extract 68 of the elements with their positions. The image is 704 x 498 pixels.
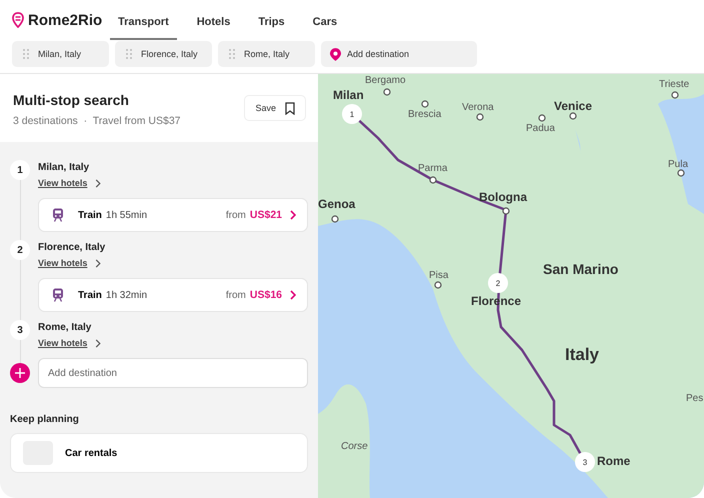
map-label: Italy xyxy=(565,346,600,363)
city-dot-icon xyxy=(476,113,484,121)
plus-icon xyxy=(15,368,25,378)
city-dot-icon xyxy=(671,91,679,99)
map-label: Verona xyxy=(462,103,494,113)
nav-tab[interactable]: Trips xyxy=(250,6,293,40)
map-label: Pula xyxy=(668,160,688,170)
add-destination-chip[interactable]: Add destination xyxy=(321,41,477,67)
stop-number: 3 xyxy=(10,320,30,340)
stop-chip[interactable]: Rome, Italy xyxy=(218,41,315,67)
map-label: Rome xyxy=(597,455,630,467)
city-dot-icon xyxy=(569,112,577,120)
stop-chip[interactable]: Milan, Italy xyxy=(12,41,109,67)
stop-chip[interactable]: Florence, Italy xyxy=(115,41,212,67)
city-dot-icon xyxy=(331,215,339,223)
nav-tab[interactable]: Cars xyxy=(304,6,346,40)
city-dot-icon xyxy=(502,207,510,215)
map-label: Trieste xyxy=(659,80,690,90)
city-dot-icon xyxy=(538,114,546,122)
train-icon xyxy=(52,208,64,222)
add-stop-button[interactable] xyxy=(10,363,30,383)
map-label: Pes xyxy=(686,394,704,404)
route-option-card[interactable]: Train 1h 32min from US$16 xyxy=(38,278,308,312)
city-dot-icon xyxy=(434,281,442,289)
map-label: Pisa xyxy=(429,271,448,281)
save-button[interactable]: Save xyxy=(244,95,306,121)
stop-number: 1 xyxy=(10,160,30,180)
city-dot-icon xyxy=(383,88,391,96)
chevron-icon xyxy=(95,338,102,348)
stop-name: Florence, Italy xyxy=(38,242,106,253)
planning-card[interactable]: Car rentals xyxy=(10,433,308,473)
map-label: Bergamo xyxy=(365,76,406,86)
train-icon xyxy=(52,288,64,302)
city-dot-icon xyxy=(421,100,429,108)
map-label: Corse xyxy=(341,442,368,452)
map-label: Brescia xyxy=(408,110,442,120)
stop-name: Rome, Italy xyxy=(38,322,92,333)
drag-handle-icon xyxy=(126,49,132,59)
map-label: Parma xyxy=(418,164,448,174)
chevron-icon xyxy=(290,290,296,300)
view-hotels-link[interactable]: View hotels xyxy=(38,178,102,188)
drag-handle-icon xyxy=(229,49,235,59)
add-destination-field[interactable]: Add destination xyxy=(38,358,308,388)
map-label: Milan xyxy=(333,89,364,101)
stop-name: Milan, Italy xyxy=(38,162,90,173)
map-label: Venice xyxy=(554,100,592,112)
bookmark-icon xyxy=(285,102,295,114)
stop-number: 2 xyxy=(10,240,30,260)
search-title: Multi-stop search xyxy=(13,92,130,108)
map-label: Genoa xyxy=(318,198,356,210)
nav-tab[interactable]: Hotels xyxy=(188,6,238,40)
map-label: San Marino xyxy=(543,262,618,276)
city-dot-icon xyxy=(429,176,437,184)
chevron-icon xyxy=(290,210,296,220)
logo-icon xyxy=(12,12,24,28)
location-pin-icon xyxy=(330,48,341,60)
view-hotels-link[interactable]: View hotels xyxy=(38,258,106,268)
chevron-icon xyxy=(95,178,102,188)
brand-name: Rome2Rio xyxy=(28,12,102,28)
chevron-icon xyxy=(95,258,102,268)
route-option-card[interactable]: Train 1h 55min from US$21 xyxy=(38,198,308,232)
view-hotels-link[interactable]: View hotels xyxy=(38,338,102,348)
section-heading: Keep planning xyxy=(10,414,80,425)
map-label: Padua xyxy=(526,124,555,134)
city-dot-icon xyxy=(677,169,685,177)
trip-summary: 3 destinations · Travel from US$37 xyxy=(13,115,180,127)
map-label: Bologna xyxy=(479,191,527,203)
drag-handle-icon xyxy=(23,49,29,59)
